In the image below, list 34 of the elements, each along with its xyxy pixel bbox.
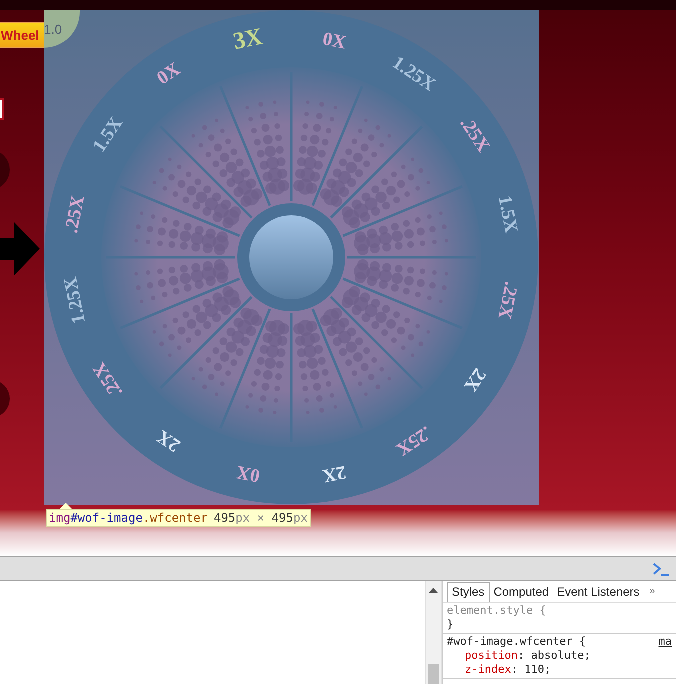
style-declaration: position: absolute; (464, 649, 592, 663)
wheel-label: 0X (154, 58, 184, 90)
tooltip-size: 495px × 495px (214, 510, 308, 527)
devtools-tab[interactable]: Computed (490, 582, 554, 602)
wheel-label: 0X (235, 461, 262, 486)
wheel-label: 0X (321, 28, 348, 54)
wheel-label: 1.5X (494, 194, 522, 235)
rule-close-brace: } (447, 618, 455, 632)
rule-selector: element.style { (447, 604, 546, 618)
scrollbar[interactable] (425, 581, 442, 684)
wheel-label: .25X (61, 194, 90, 235)
devtools-tab[interactable]: Event Listeners (553, 582, 644, 602)
tooltip-class: .wfcenter (142, 510, 208, 527)
wheel-label: .25X (392, 422, 436, 460)
source-link[interactable]: ma (658, 635, 672, 649)
tooltip-tag: img (49, 509, 71, 527)
version-label: 1.0 (44, 22, 62, 36)
badge-title: Wheel (0, 28, 40, 42)
wheel-label: 1.25X (60, 275, 90, 326)
tooltip-id: #wof-image (70, 510, 143, 527)
wheel-label: .25X (494, 280, 522, 321)
arrow-right-icon[interactable] (0, 222, 40, 276)
wheel-hub-knob[interactable] (250, 216, 334, 300)
devtools-tab[interactable]: Styles (447, 582, 490, 602)
more-tabs-chevron[interactable]: » (650, 584, 656, 599)
style-declaration: z-index: 110; (464, 663, 552, 677)
wheel-label: 3X (231, 24, 266, 56)
scroll-up-arrow-icon[interactable] (429, 588, 438, 593)
rule-selector: #wof-image.wfcenter { (447, 635, 586, 649)
console-prompt-icon[interactable] (652, 562, 670, 576)
wheel-label: 2X (321, 461, 348, 486)
wheel-label: 2X (154, 426, 184, 456)
wheel-label: 2X (460, 364, 490, 396)
scrollbar-thumb[interactable] (428, 664, 439, 684)
